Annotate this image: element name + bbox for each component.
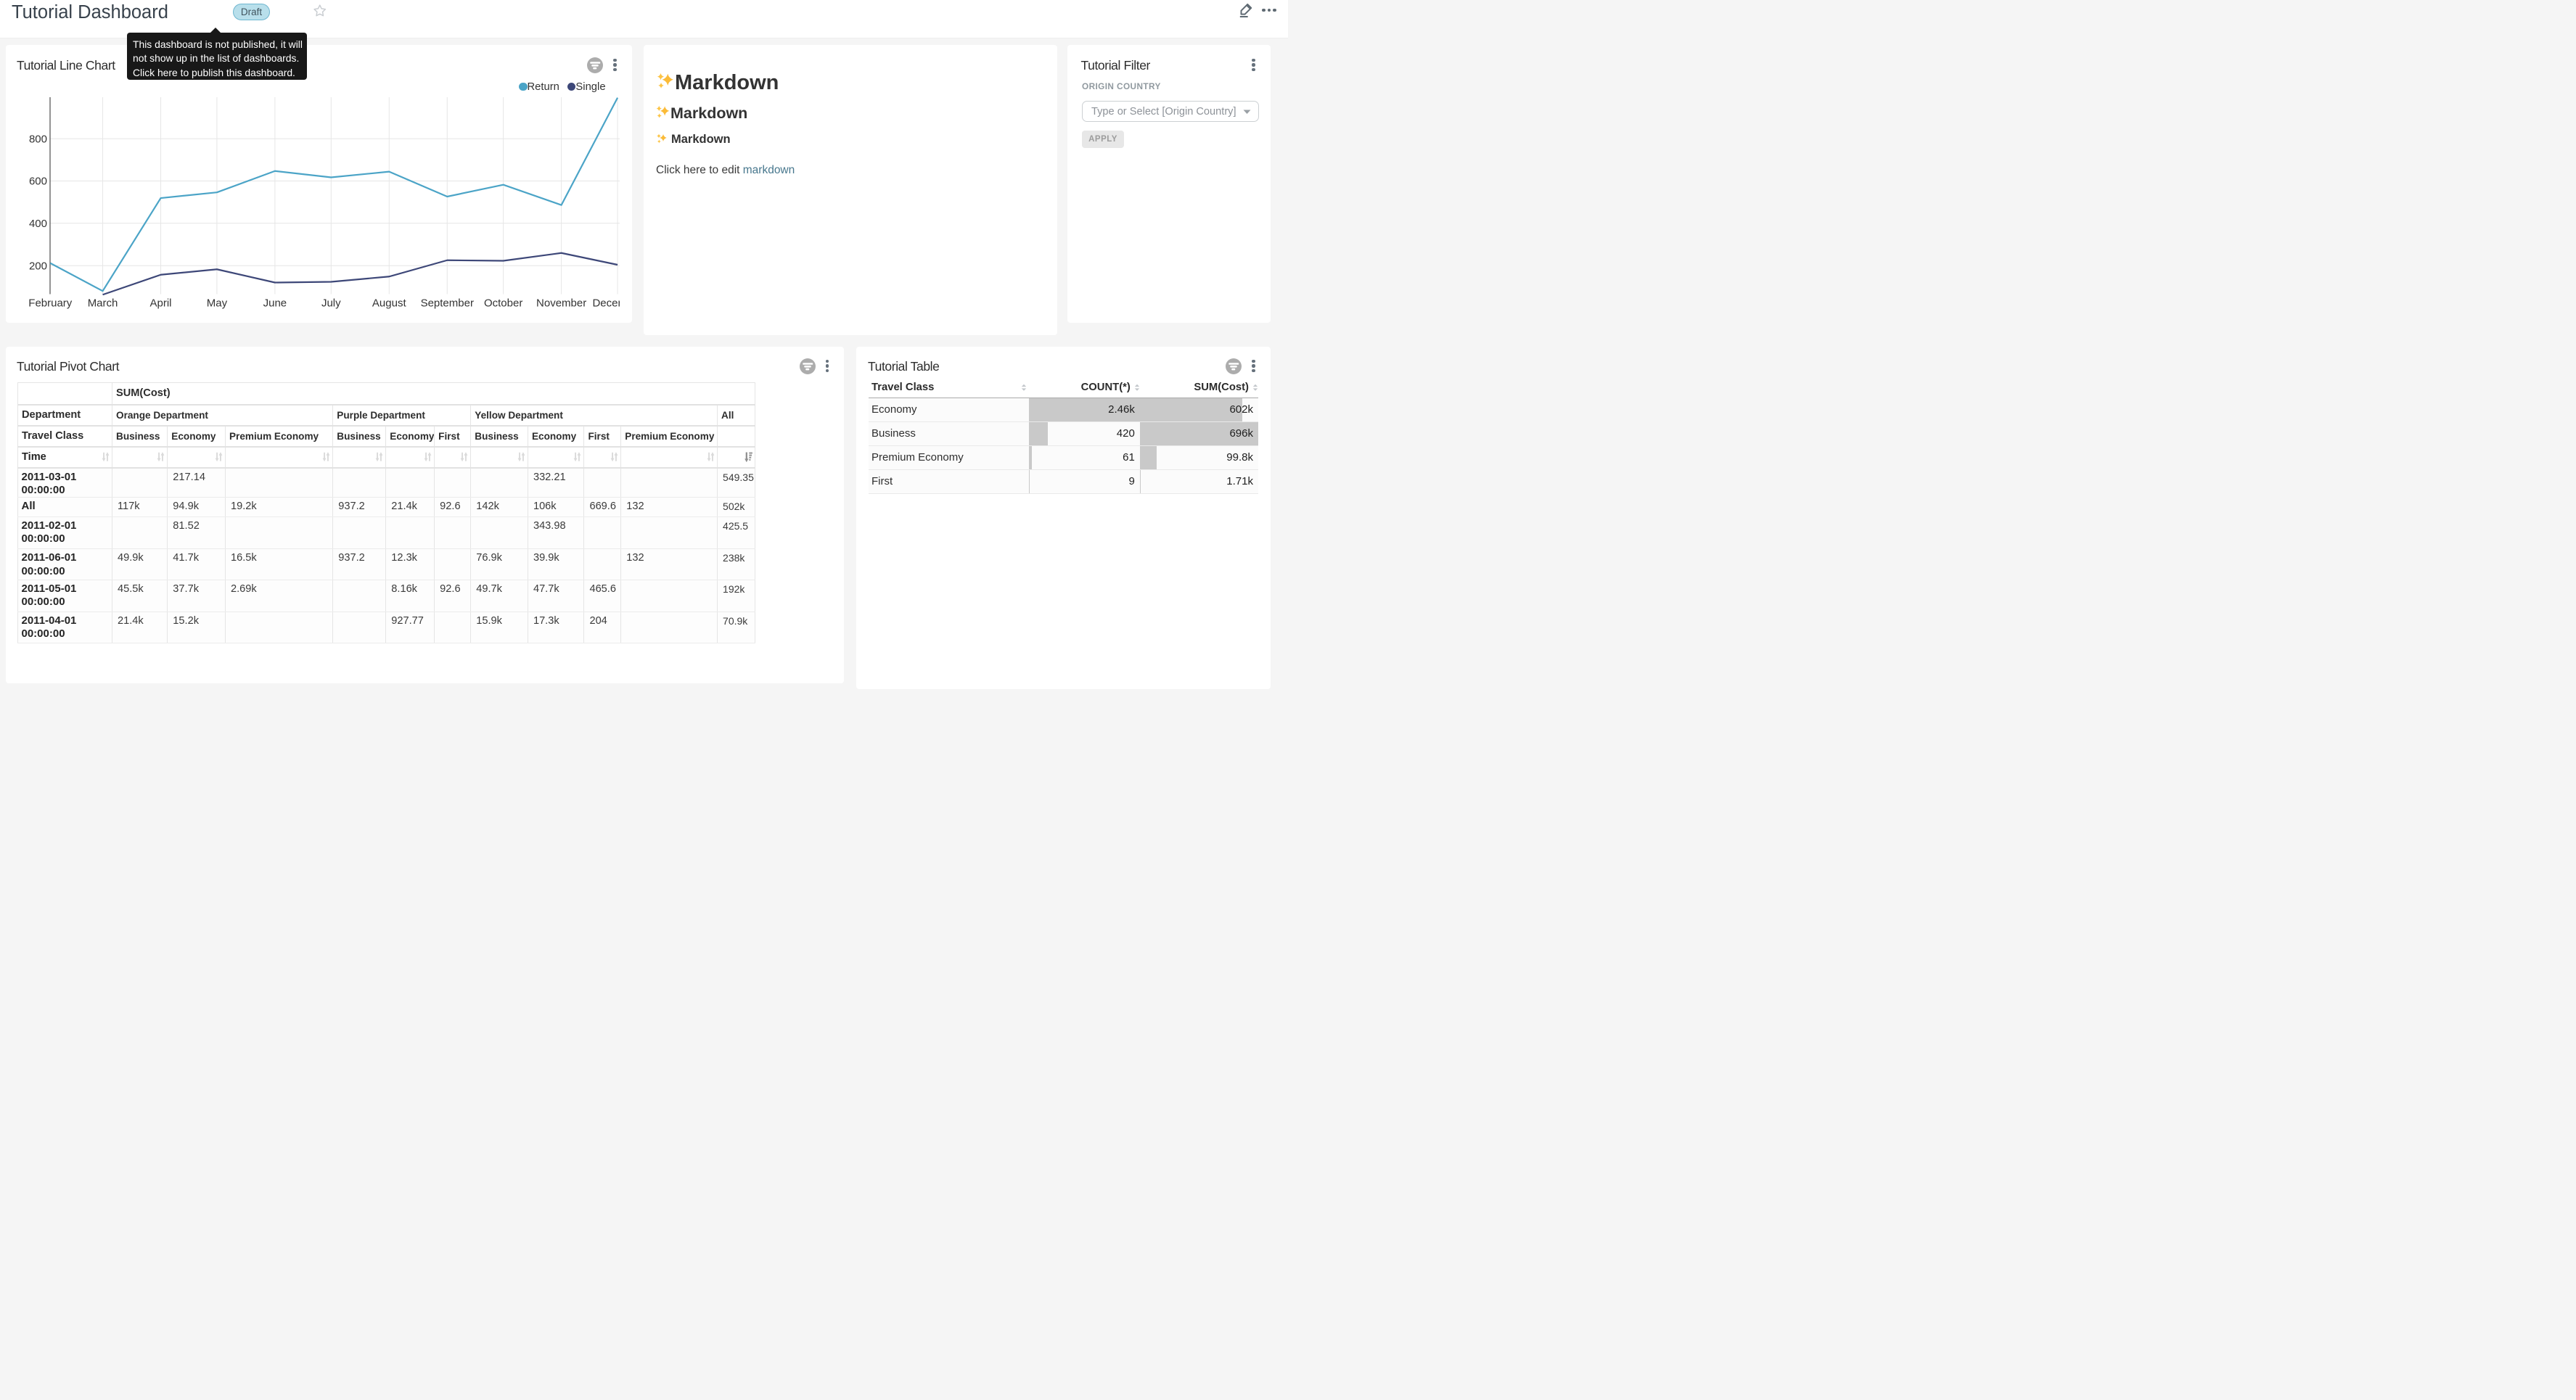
svg-text:March: March [88, 297, 118, 310]
svg-text:May: May [207, 297, 228, 310]
svg-text:August: August [372, 297, 407, 310]
svg-text:November: November [536, 297, 586, 310]
svg-text:400: 400 [29, 218, 47, 230]
svg-text:200: 200 [29, 260, 47, 272]
svg-text:September: September [421, 297, 474, 310]
svg-text:800: 800 [29, 133, 47, 145]
svg-text:February: February [28, 297, 73, 310]
svg-text:December: December [592, 297, 620, 310]
svg-text:600: 600 [29, 176, 47, 188]
svg-text:July: July [321, 297, 341, 310]
svg-text:June: June [263, 297, 287, 310]
svg-text:April: April [150, 297, 172, 310]
svg-text:October: October [484, 297, 522, 310]
